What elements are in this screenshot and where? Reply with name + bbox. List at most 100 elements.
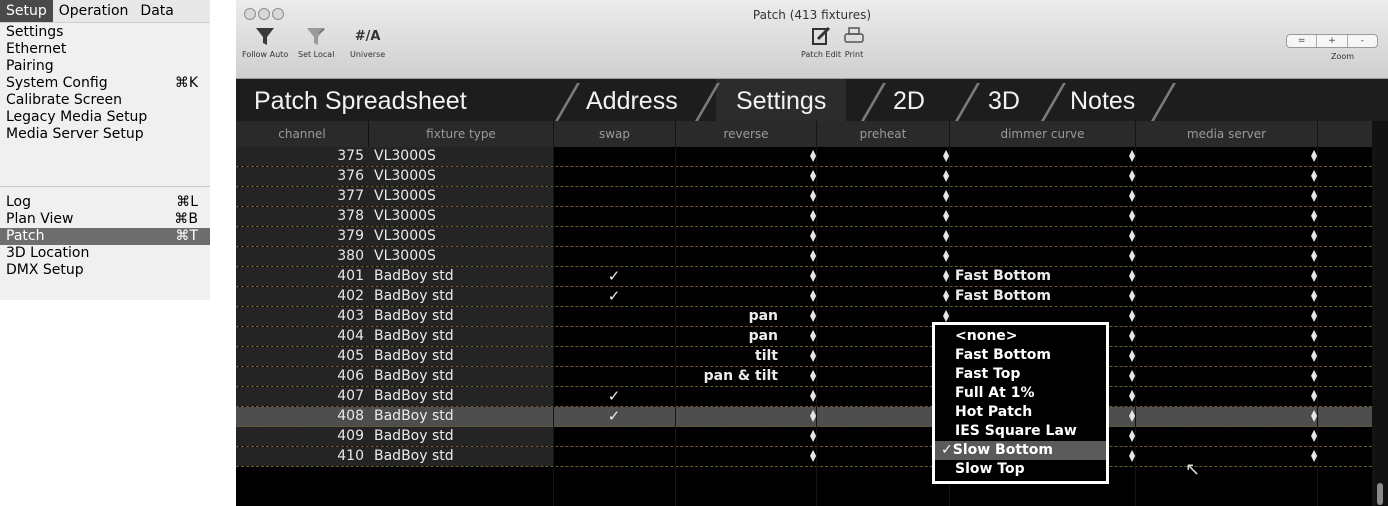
reverse-cell[interactable]	[675, 427, 816, 446]
media-server-cell[interactable]	[1135, 347, 1317, 366]
preheat-cell[interactable]	[816, 367, 949, 386]
media-server-cell[interactable]	[1135, 247, 1317, 266]
menubar-setup[interactable]: Setup	[0, 0, 53, 22]
reverse-cell[interactable]	[675, 187, 816, 206]
media-server-cell[interactable]	[1135, 307, 1317, 326]
menu-item-settings[interactable]: Settings	[6, 24, 204, 41]
table-row[interactable]: 401 BadBoy std ✓ Fast Bottom ▲ ▼ ▲ ▼ ▲ ▼ ▲ ▼	[236, 267, 1372, 287]
menu-item-media-server-setup[interactable]: Media Server Setup	[6, 126, 204, 143]
dropdown-option-slow-top[interactable]: Slow Top	[935, 460, 1106, 479]
preheat-cell[interactable]	[816, 327, 949, 346]
menu-item-system-config[interactable]: System Config ⌘K	[6, 75, 204, 92]
table-row[interactable]: 376 VL3000S ▲ ▼ ▲ ▼ ▲ ▼ ▲ ▼	[236, 167, 1372, 187]
column-header-fixture-type[interactable]: fixture type	[368, 121, 553, 147]
table-row[interactable]: 405BadBoy stdtilt▲▼▲▼▲▼▲▼	[236, 347, 1372, 367]
reverse-cell[interactable]	[675, 207, 816, 226]
swap-cell[interactable]	[553, 247, 675, 266]
table-row[interactable]: 375 VL3000S ▲ ▼ ▲ ▼ ▲ ▼ ▲ ▼	[236, 147, 1372, 167]
dimmer-curve-cell[interactable]: Fast Bottom	[949, 287, 1135, 306]
tab-address[interactable]: Address	[586, 79, 678, 121]
column-header-dimmer-curve[interactable]: dimmer curve	[949, 121, 1135, 147]
preheat-cell[interactable]	[816, 407, 949, 426]
preheat-cell[interactable]	[816, 147, 949, 166]
swap-cell[interactable]	[553, 187, 675, 206]
dimmer-curve-cell[interactable]	[949, 207, 1135, 226]
preheat-cell[interactable]	[816, 167, 949, 186]
media-server-cell[interactable]	[1135, 427, 1317, 446]
media-server-cell[interactable]	[1135, 327, 1317, 346]
swap-cell[interactable]	[553, 207, 675, 226]
dropdown-option-fast-bottom[interactable]: Fast Bottom	[935, 346, 1106, 365]
reverse-cell[interactable]	[675, 407, 816, 426]
media-server-cell[interactable]	[1135, 287, 1317, 306]
media-server-cell[interactable]	[1135, 407, 1317, 426]
menu-item-3d-location[interactable]: 3D Location	[6, 245, 204, 262]
media-server-cell[interactable]	[1135, 147, 1317, 166]
dropdown-option-ies-square-law[interactable]: IES Square Law	[935, 422, 1106, 441]
media-server-cell[interactable]	[1135, 447, 1317, 466]
scrollbar-thumb[interactable]	[1377, 483, 1383, 505]
zoom-out-button[interactable]: -	[1346, 35, 1377, 47]
menu-item-ethernet[interactable]: Ethernet	[6, 41, 204, 58]
menu-item-legacy-media-setup[interactable]: Legacy Media Setup	[6, 109, 204, 126]
dimmer-curve-cell[interactable]	[949, 227, 1135, 246]
media-server-cell[interactable]	[1135, 167, 1317, 186]
dropdown-option-hot-patch[interactable]: Hot Patch	[935, 403, 1106, 422]
dimmer-curve-cell[interactable]	[949, 247, 1135, 266]
column-header-media-server[interactable]: media server	[1135, 121, 1317, 147]
menu-item-log[interactable]: Log ⌘L	[6, 194, 204, 211]
reverse-cell[interactable]: tilt	[675, 347, 816, 366]
tab-2d[interactable]: 2D	[893, 79, 925, 121]
tab-settings[interactable]: Settings	[716, 79, 847, 121]
table-row[interactable]: 380 VL3000S ▲ ▼ ▲ ▼ ▲ ▼ ▲ ▼	[236, 247, 1372, 267]
zoom-in-button[interactable]: +	[1316, 35, 1346, 47]
column-header-preheat[interactable]: preheat	[816, 121, 949, 147]
tab-3d[interactable]: 3D	[988, 79, 1020, 121]
preheat-cell[interactable]	[816, 247, 949, 266]
reverse-cell[interactable]: pan	[675, 327, 816, 346]
preheat-cell[interactable]	[816, 207, 949, 226]
preheat-cell[interactable]	[816, 427, 949, 446]
reverse-cell[interactable]	[675, 387, 816, 406]
swap-cell[interactable]: ✓	[553, 387, 675, 406]
preheat-cell[interactable]	[816, 267, 949, 286]
swap-cell[interactable]: ✓	[553, 267, 675, 286]
swap-cell[interactable]: ✓	[553, 287, 675, 306]
dimmer-curve-cell[interactable]: Fast Bottom	[949, 267, 1135, 286]
swap-cell[interactable]	[553, 427, 675, 446]
swap-cell[interactable]	[553, 327, 675, 346]
menu-item-dmx-setup[interactable]: DMX Setup	[6, 262, 204, 279]
table-row[interactable]: 409BadBoy std▲▼▲▼▲▼▲▼	[236, 427, 1372, 447]
preheat-cell[interactable]	[816, 347, 949, 366]
media-server-cell[interactable]	[1135, 227, 1317, 246]
media-server-cell[interactable]	[1135, 367, 1317, 386]
swap-cell[interactable]: ✓	[553, 407, 675, 426]
preheat-cell[interactable]	[816, 227, 949, 246]
swap-cell[interactable]	[553, 447, 675, 466]
tab-notes[interactable]: Notes	[1070, 79, 1135, 121]
table-row[interactable]: 402 BadBoy std ✓ Fast Bottom ▲ ▼ ▲ ▼ ▲ ▼ ▲ ▼	[236, 287, 1372, 307]
table-row[interactable]: 406BadBoy stdpan & tilt▲▼▲▼▲▼▲▼	[236, 367, 1372, 387]
table-row[interactable]: 377 VL3000S ▲ ▼ ▲ ▼ ▲ ▼ ▲ ▼	[236, 187, 1372, 207]
menu-item-calibrate-screen[interactable]: Calibrate Screen	[6, 92, 204, 109]
table-row[interactable]: 410BadBoy std▲▼▲▼▲▼▲▼	[236, 447, 1372, 467]
column-header-reverse[interactable]: reverse	[675, 121, 816, 147]
swap-cell[interactable]	[553, 367, 675, 386]
print-button[interactable]: Print	[842, 24, 866, 59]
menubar-data[interactable]: Data	[134, 0, 179, 22]
preheat-cell[interactable]	[816, 447, 949, 466]
dimmer-curve-cell[interactable]	[949, 187, 1135, 206]
reverse-cell[interactable]: pan & tilt	[675, 367, 816, 386]
reverse-cell[interactable]	[675, 287, 816, 306]
column-header-swap[interactable]: swap	[553, 121, 675, 147]
swap-cell[interactable]	[553, 227, 675, 246]
reverse-cell[interactable]	[675, 447, 816, 466]
reverse-cell[interactable]: pan	[675, 307, 816, 326]
menu-item-plan-view[interactable]: Plan View ⌘B	[6, 211, 204, 228]
dropdown-option-none[interactable]: <none>	[935, 327, 1106, 346]
column-header-channel[interactable]: channel	[236, 121, 368, 147]
universe-button[interactable]: #/A Universe	[350, 24, 385, 59]
reverse-cell[interactable]	[675, 247, 816, 266]
media-server-cell[interactable]	[1135, 207, 1317, 226]
dropdown-option-fast-top[interactable]: Fast Top	[935, 365, 1106, 384]
